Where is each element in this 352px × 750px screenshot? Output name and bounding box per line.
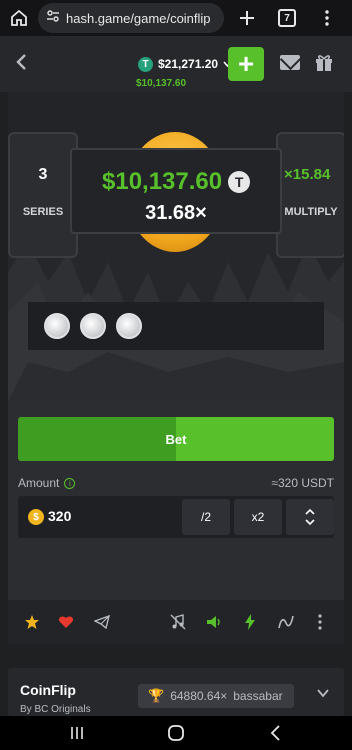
game-provider: By BC Originals — [20, 704, 91, 715]
result-coin — [44, 313, 70, 339]
telegram-icon[interactable] — [92, 612, 112, 632]
tether-icon: T — [228, 171, 251, 193]
more-icon[interactable] — [310, 612, 330, 632]
result-coins — [28, 302, 324, 350]
back-button-icon[interactable] — [264, 722, 286, 744]
bet-button[interactable]: Bet — [18, 417, 334, 461]
home-button-icon[interactable] — [165, 722, 187, 744]
record-user: bassabar — [233, 689, 283, 703]
multiply-card: ×15.84 MULTIPLY — [276, 132, 344, 258]
amount-value: 320 — [48, 508, 72, 524]
win-multiplier: 31.68× — [145, 202, 207, 224]
tab-switcher-icon[interactable]: 7 — [274, 5, 300, 31]
gift-icon[interactable] — [314, 52, 334, 72]
amount-usdt: ≈320 USDT — [271, 476, 334, 490]
home-icon[interactable] — [6, 5, 32, 31]
amount-input[interactable]: $ 320 /2 x2 — [18, 496, 334, 538]
game-toolbar — [8, 600, 344, 644]
info-icon[interactable]: i — [64, 477, 76, 489]
currency-coin-icon: $ — [28, 509, 44, 525]
trophy-icon: 🏆 — [148, 688, 165, 703]
mail-icon[interactable] — [280, 55, 300, 70]
series-card: 3 SERIES — [8, 132, 78, 258]
record-multiplier: 64880.64× — [170, 689, 228, 703]
win-amount: $10,137.60 — [102, 168, 223, 195]
amount-label: Amount — [18, 476, 60, 490]
graph-icon[interactable] — [276, 612, 296, 632]
series-value: 3 — [38, 166, 48, 183]
new-tab-icon[interactable] — [234, 5, 260, 31]
up-down-chevron-icon — [305, 508, 315, 526]
balance-change: $10,137.60 — [136, 78, 187, 89]
series-label: SERIES — [22, 206, 64, 218]
music-off-icon[interactable] — [168, 612, 188, 632]
lightning-icon[interactable] — [240, 612, 260, 632]
site-settings-icon[interactable] — [46, 9, 60, 28]
balance-amount: $21,271.20 — [158, 57, 219, 71]
star-icon[interactable] — [22, 612, 42, 632]
address-bar[interactable]: hash.game/game/coinflip — [38, 3, 224, 33]
chevron-down-icon[interactable] — [316, 686, 330, 700]
adjust-amount-button[interactable] — [286, 499, 334, 535]
tab-count: 7 — [278, 9, 296, 27]
result-coin — [80, 313, 106, 339]
tether-icon: T — [138, 56, 153, 72]
multiply-label: MULTIPLY — [284, 206, 338, 218]
game-area: 3 SERIES ×15.84 MULTIPLY $10,137.60 T 31… — [8, 92, 344, 402]
win-amount-row: $10,137.60 T — [102, 168, 251, 196]
app-header: T $21,271.20 $10,137.60 + — [0, 36, 352, 92]
back-arrow-icon[interactable] — [12, 52, 34, 74]
recents-icon[interactable] — [66, 722, 88, 744]
browser-bar: hash.game/game/coinflip 7 — [0, 0, 352, 36]
result-coin — [116, 313, 142, 339]
bet-controls: Bet Amount i ≈320 USDT $ 320 /2 x2 — [8, 402, 344, 600]
balance-selector[interactable]: T $21,271.20 — [138, 55, 232, 73]
multiply-value: ×15.84 — [284, 166, 331, 183]
url-text: hash.game/game/coinflip — [66, 10, 211, 26]
deposit-button[interactable]: + — [228, 47, 264, 81]
heart-icon[interactable] — [56, 612, 76, 632]
amount-label-row: Amount i — [18, 476, 76, 490]
browser-menu-icon[interactable] — [314, 5, 340, 31]
system-nav-bar — [0, 716, 352, 750]
double-button[interactable]: x2 — [234, 499, 282, 535]
half-button[interactable]: /2 — [182, 499, 230, 535]
game-title: CoinFlip — [20, 682, 76, 698]
game-info-card[interactable]: CoinFlip By BC Originals 🏆 64880.64× bas… — [8, 668, 344, 716]
win-popup: $10,137.60 T 31.68× — [70, 148, 282, 234]
record-badge[interactable]: 🏆 64880.64× bassabar — [138, 684, 294, 708]
volume-icon[interactable] — [204, 612, 224, 632]
